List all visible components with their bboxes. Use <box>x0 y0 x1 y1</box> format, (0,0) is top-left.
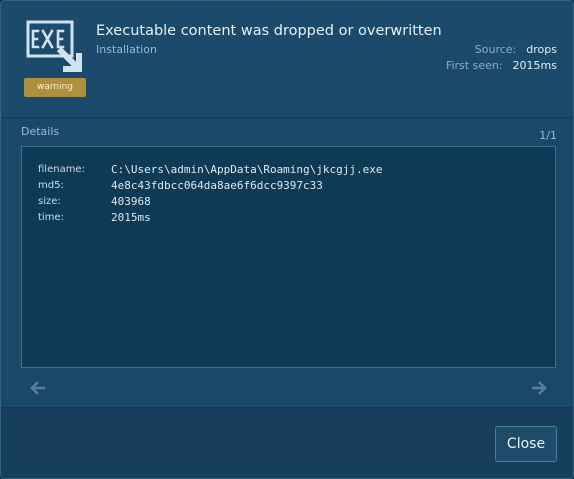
header-divider <box>1 117 573 118</box>
arrow-right-icon[interactable] <box>530 379 548 397</box>
alert-title: Executable content was dropped or overwr… <box>96 23 442 39</box>
source-row: Source: drops <box>446 42 557 58</box>
detail-value: 403968 <box>111 195 151 208</box>
first-seen-value: 2015ms <box>512 59 557 72</box>
exe-file-icon <box>26 20 82 72</box>
source-label: Source: <box>474 43 517 56</box>
first-seen-label: First seen: <box>445 59 503 72</box>
detail-key: size: <box>38 196 61 207</box>
detail-key: time: <box>38 212 64 223</box>
detail-value: 4e8c43fdbcc064da8ae6f6dcc9397c33 <box>111 179 323 192</box>
source-value: drops <box>526 43 557 56</box>
details-pager: 1/1 <box>539 129 557 142</box>
incident-dialog: warning Executable content was dropped o… <box>0 0 574 479</box>
detail-key: filename: <box>38 164 85 175</box>
details-panel: filename: C:\Users\admin\AppData\Roaming… <box>21 146 556 368</box>
severity-badge: warning <box>24 78 86 97</box>
detail-value: C:\Users\admin\AppData\Roaming\jkcgjj.ex… <box>111 163 383 176</box>
detail-key: md5: <box>38 180 64 191</box>
details-label: Details <box>21 125 60 138</box>
dialog-footer <box>1 408 573 478</box>
arrow-left-icon[interactable] <box>29 379 47 397</box>
dialog-header: warning Executable content was dropped o… <box>1 1 573 117</box>
detail-value: 2015ms <box>111 211 151 224</box>
close-button[interactable]: Close <box>495 426 557 462</box>
alert-category: Installation <box>96 43 157 56</box>
first-seen-row: First seen: 2015ms <box>446 58 557 74</box>
alert-meta: Source: drops First seen: 2015ms <box>446 42 557 74</box>
